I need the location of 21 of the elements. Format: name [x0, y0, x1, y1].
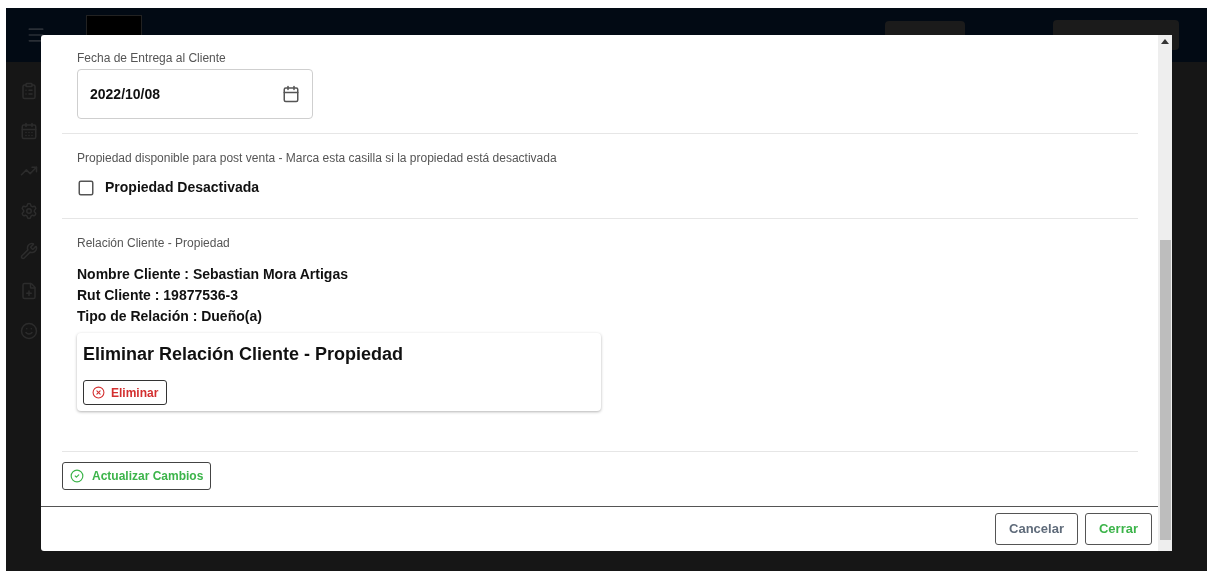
- card-title: Eliminar Relación Cliente - Propiedad: [83, 343, 405, 366]
- date-field[interactable]: 2022/10/08: [77, 69, 313, 119]
- delete-button[interactable]: Eliminar: [83, 380, 168, 405]
- scroll-thumb[interactable]: [1159, 240, 1171, 540]
- footer-button[interactable]: Cancelar: [995, 513, 1078, 545]
- scroll-up-icon[interactable]: [1161, 39, 1169, 44]
- calendar-icon[interactable]: [282, 85, 300, 103]
- section-label: Relación Cliente - Propiedad: [77, 235, 231, 252]
- client-detail: Rut Cliente : 19877536-3: [77, 286, 240, 305]
- cancel-circle-icon: [92, 386, 105, 399]
- checkbox[interactable]: [77, 178, 95, 197]
- update-button[interactable]: Actualizar Cambios: [62, 462, 212, 490]
- checkbox-label: Propiedad Desactivada: [105, 178, 260, 197]
- section-label: Propiedad disponible para post venta - Marca esta casilla si la propiedad está desactivada: [77, 150, 558, 167]
- field-label: Fecha de Entrega al Cliente: [77, 50, 227, 67]
- client-detail: Nombre Cliente : Sebastian Mora Artigas: [77, 265, 349, 284]
- client-detail: Tipo de Relación : Dueño(a): [77, 307, 263, 326]
- menu-icon[interactable]: [26, 25, 46, 45]
- footer-button[interactable]: Cerrar: [1084, 513, 1152, 545]
- check-circle-icon: [70, 469, 84, 483]
- scrollbar[interactable]: [1158, 35, 1172, 551]
